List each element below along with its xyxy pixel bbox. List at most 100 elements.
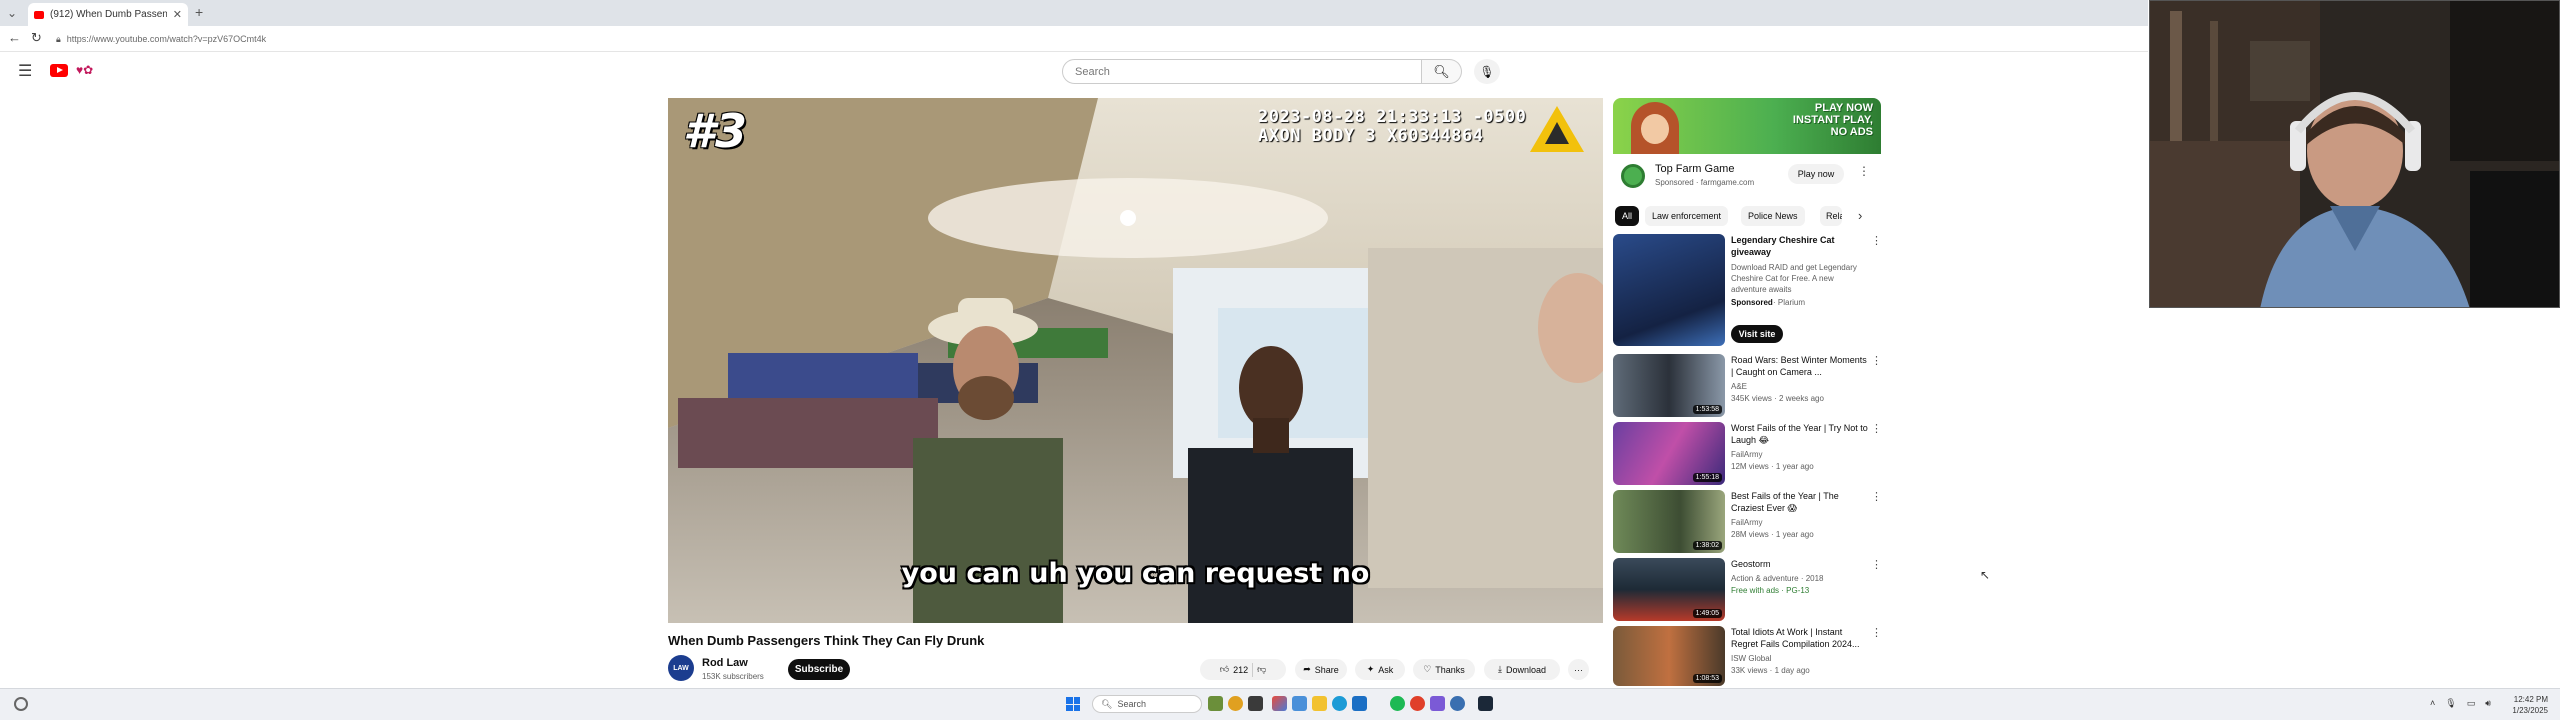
chip-law-enforcement[interactable]: Law enforcement [1645, 206, 1729, 226]
like-count: 212 [1233, 664, 1249, 675]
ad-more-vert-icon[interactable]: ⋮ [1858, 164, 1870, 178]
more-vert-icon[interactable]: ⋮ [1871, 626, 1882, 639]
rec-thumbnail[interactable]: 1:38:02 [1613, 490, 1725, 553]
rec-thumbnail[interactable]: 1:49:05 [1613, 558, 1725, 621]
taskbar-app-terminal-icon[interactable] [1248, 696, 1263, 711]
rec-thumbnail[interactable]: 1:53:58 [1613, 354, 1725, 417]
new-tab-plus-icon[interactable]: + [195, 4, 203, 20]
browser-tab[interactable]: (912) When Dumb Passengers Think They Ca… [28, 3, 188, 26]
taskbar-app-game-icon[interactable] [1410, 696, 1425, 711]
ask-button[interactable]: ✦ Ask [1355, 659, 1405, 680]
rec-title[interactable]: Worst Fails of the Year | Try Not to Lau… [1731, 422, 1871, 446]
more-vert-icon[interactable]: ⋮ [1871, 558, 1882, 571]
like-button[interactable]: 👍︎ 212 [1220, 664, 1248, 675]
ad-title[interactable]: Top Farm Game [1655, 163, 1734, 175]
rec-thumbnail[interactable]: 1:55:18 [1613, 422, 1725, 485]
volume-icon[interactable]: 🔊︎ [2485, 698, 2491, 709]
like-dislike-pill: 👍︎ 212 👎︎ [1200, 659, 1286, 680]
taskbar-search-input[interactable]: 🔍︎ Search [1092, 695, 1202, 713]
chevron-up-icon[interactable]: ˄ [2430, 698, 2435, 709]
more-vert-icon[interactable]: ⋮ [1871, 422, 1882, 435]
ad-play-now-button[interactable]: Play now [1788, 164, 1844, 184]
chip-all[interactable]: All [1615, 206, 1640, 226]
mic-tray-icon[interactable]: 🎙︎ [2445, 698, 2456, 709]
ad-game-icon[interactable] [1621, 164, 1645, 188]
search-input[interactable]: Search [1062, 59, 1422, 84]
search-button[interactable]: 🔍︎ [1422, 59, 1462, 84]
browser-tab-title: (912) When Dumb Passengers Think They Ca… [50, 9, 167, 20]
more-actions-button[interactable]: ··· [1568, 659, 1589, 680]
youtube-logo-icon[interactable] [50, 64, 68, 77]
chip-related[interactable]: Rela [1820, 206, 1842, 226]
download-icon: ⤓ [1497, 664, 1502, 674]
windows-start-icon[interactable] [1066, 697, 1080, 711]
more-vert-icon[interactable]: ⋮ [1871, 234, 1882, 247]
taskbar-app-widget-icon[interactable] [1208, 696, 1223, 711]
rec-title[interactable]: Road Wars: Best Winter Moments | Caught … [1731, 354, 1871, 378]
taskbar-app-photos-icon[interactable] [1272, 696, 1287, 711]
rec-thumbnail[interactable]: 1:08:53 [1613, 626, 1725, 686]
chip-police-news[interactable]: Police News [1741, 206, 1805, 226]
mic-icon: 🎙︎ [1479, 64, 1495, 79]
thanks-heart-icon: ♡ [1423, 664, 1432, 674]
download-button[interactable]: ⤓ Download [1484, 659, 1560, 680]
mouse-cursor-icon: ↖ [1980, 568, 1991, 582]
rec-title[interactable]: Legendary Cheshire Cat giveaway [1731, 234, 1871, 258]
tab-list-dropdown-icon[interactable]: ⌄ [7, 6, 17, 20]
rec-channel[interactable]: FailArmy [1731, 518, 1763, 527]
clock-date: 1/23/2025 [2512, 706, 2548, 715]
sparkle-icon: ✦ [1366, 664, 1375, 674]
chevron-right-icon[interactable]: › [1858, 208, 1862, 223]
rec-description: Download RAID and get Legendary Cheshire… [1731, 263, 1857, 294]
taskbar-app-spotify-icon[interactable] [1390, 696, 1405, 711]
video-frame-scene [668, 98, 1603, 623]
hamburger-menu-icon[interactable]: ☰ [18, 61, 32, 81]
taskbar-app-mail-icon[interactable] [1292, 696, 1307, 711]
rec-channel[interactable]: FailArmy [1731, 450, 1763, 459]
voice-search-button[interactable]: 🎙︎ [1474, 59, 1500, 84]
url-field[interactable]: 🔒︎ https://www.youtube.com/watch?v=pzV67… [52, 30, 2142, 48]
bodycam-timestamp: 2023-08-28 21:33:13 -0500 AXON BODY 3 X6… [1258, 108, 1526, 146]
taskbar-app-discord-icon[interactable] [1430, 696, 1445, 711]
share-button[interactable]: ➦ Share [1295, 659, 1347, 680]
like-divider [1252, 662, 1254, 677]
rec-channel[interactable]: ISW Global [1731, 654, 1771, 663]
rec-thumbnail[interactable] [1613, 234, 1725, 346]
dislike-button[interactable]: 👎︎ [1257, 664, 1266, 675]
rec-title[interactable]: Geostorm [1731, 558, 1871, 570]
ad-character-face [1641, 114, 1669, 144]
ad-banner-text: PLAY NOW INSTANT PLAY, NO ADS [1793, 102, 1873, 138]
taskbar-app-obs-icon[interactable] [1450, 696, 1465, 711]
video-player[interactable]: #3 2023-08-28 21:33:13 -0500 AXON BODY 3… [668, 98, 1603, 623]
more-vert-icon[interactable]: ⋮ [1871, 490, 1882, 503]
back-arrow-icon[interactable]: ← [8, 30, 21, 45]
video-rank-overlay: #3 [683, 104, 748, 158]
rec-title[interactable]: Best Fails of the Year | The Craziest Ev… [1731, 490, 1871, 514]
ad-banner-image[interactable]: PLAY NOW INSTANT PLAY, NO ADS [1613, 98, 1881, 154]
rec-duration: 1:08:53 [1692, 674, 1722, 683]
axon-logo-icon [1530, 106, 1584, 152]
taskbar-clock[interactable]: 12:42 PM 1/23/2025 [2500, 694, 2548, 716]
network-icon[interactable]: ▭ [2467, 698, 2476, 709]
channel-name[interactable]: Rod Law [702, 657, 748, 669]
youtube-doodle-icon[interactable]: ♥✿ [76, 63, 93, 77]
visit-site-button[interactable]: Visit site [1731, 325, 1783, 343]
channel-avatar[interactable]: LAW [668, 655, 694, 681]
taskbar-app-edge-icon[interactable] [1332, 696, 1347, 711]
rec-title[interactable]: Total Idiots At Work | Instant Regret Fa… [1731, 626, 1871, 650]
rec-channel[interactable]: A&E [1731, 382, 1747, 391]
subscribe-button[interactable]: Subscribe [788, 659, 850, 680]
taskbar-app-folder-icon[interactable] [1228, 696, 1243, 711]
weather-widget-icon[interactable] [14, 697, 28, 711]
thanks-button[interactable]: ♡ Thanks [1413, 659, 1475, 680]
taskbar-app-files-icon[interactable] [1312, 696, 1327, 711]
subscriber-count: 153K subscribers [702, 672, 764, 681]
list-item[interactable]: 1:08:53 Total Idiots At Work | Instant R… [1613, 626, 1883, 686]
tab-close-icon[interactable]: ✕ [173, 8, 182, 21]
taskbar-app-steam-icon[interactable] [1478, 696, 1493, 711]
taskbar-app-store-icon[interactable] [1352, 696, 1367, 711]
rec-channel: · Plarium [1773, 298, 1806, 307]
share-label: Share [1314, 664, 1339, 675]
more-vert-icon[interactable]: ⋮ [1871, 354, 1882, 367]
reload-icon[interactable]: ↻ [31, 30, 42, 46]
